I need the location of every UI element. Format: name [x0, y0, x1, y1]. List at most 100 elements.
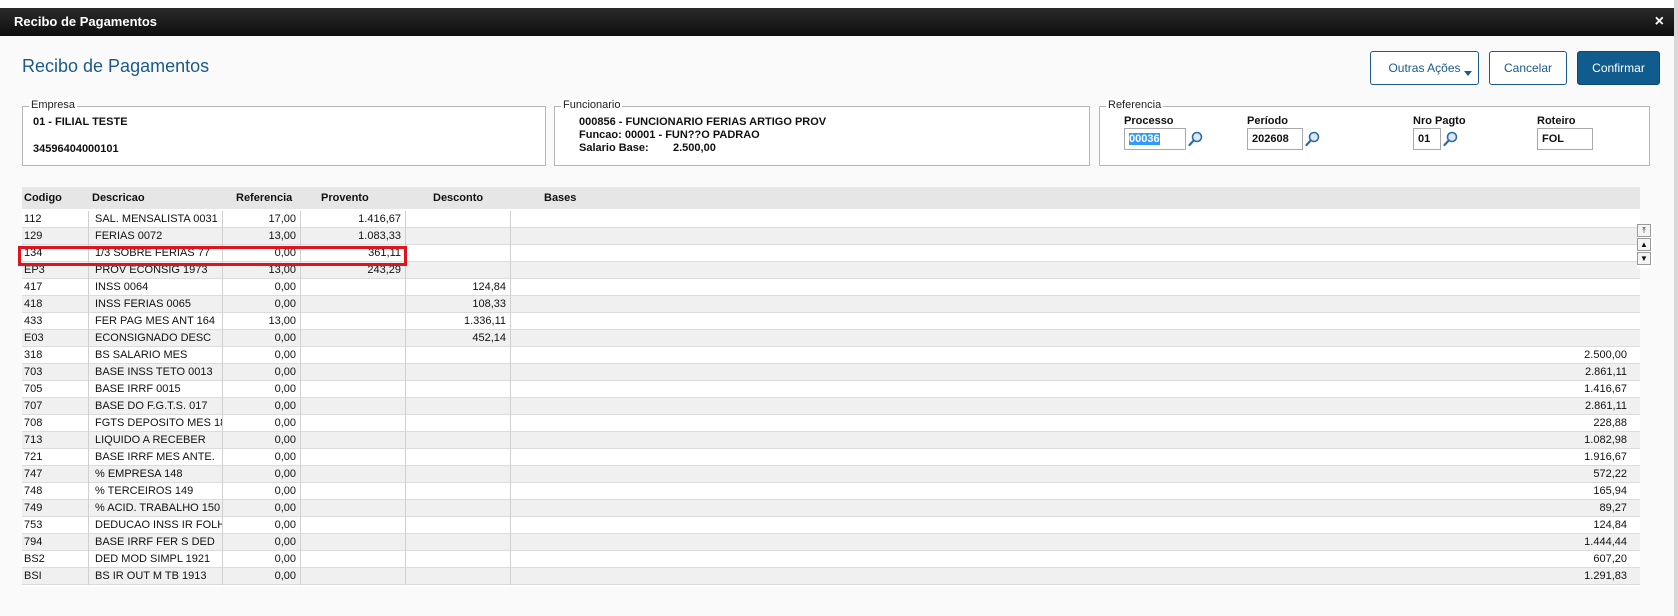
cell-descricao: % TERCEIROS 149 [89, 483, 223, 500]
search-icon[interactable] [1305, 131, 1321, 147]
cell-bases [511, 228, 1631, 245]
salario-valor: 2.500,00 [673, 142, 716, 154]
cell-referencia: 13,00 [223, 313, 301, 330]
roteiro-label: Roteiro [1537, 115, 1576, 127]
cell-codigo: 713 [22, 432, 89, 449]
table-row[interactable]: 748% TERCEIROS 149 0,00 165,94 [22, 483, 1640, 500]
cell-descricao: FERIAS 0072 [89, 228, 223, 245]
table-row[interactable]: 418 INSS FERIAS 0065 0,00 108,33 [22, 296, 1640, 313]
header-referencia[interactable]: Referencia [236, 192, 292, 204]
cell-desconto [406, 466, 511, 483]
table-row[interactable]: 794 BASE IRRF FER S DED 0,00 1.444,44 [22, 534, 1640, 551]
highlight-box [18, 246, 407, 266]
cell-provento [301, 364, 406, 381]
table-row[interactable]: 753 DEDUCAO INSS IR FOLH 0,00 124,84 [22, 517, 1640, 534]
cell-bases: 1.416,67 [1584, 383, 1627, 395]
confirm-button[interactable]: Confirmar [1577, 51, 1660, 85]
top-strip [0, 0, 1678, 8]
header-codigo[interactable]: Codigo [24, 192, 62, 204]
cell-codigo: 747 [22, 466, 89, 483]
header-provento[interactable]: Provento [321, 192, 369, 204]
close-icon[interactable]: × [1655, 8, 1664, 36]
cancel-button[interactable]: Cancelar [1489, 51, 1567, 85]
table-row[interactable]: 703 BASE INSS TETO 0013 0,00 2.861,11 [22, 364, 1640, 381]
cell-desconto [406, 262, 511, 279]
referencia-legend: Referencia [1106, 99, 1164, 111]
cell-descricao: SAL. MENSALISTA 0031 [89, 211, 223, 228]
table-row[interactable]: 747% EMPRESA 148 0,00 572,22 [22, 466, 1640, 483]
header-desconto[interactable]: Desconto [433, 192, 483, 204]
table-row[interactable]: 705 BASE IRRF 0015 0,00 1.416,67 [22, 381, 1640, 398]
cell-descricao: FGTS DEPOSITO MES 18 [89, 415, 223, 432]
cell-codigo: 749 [22, 500, 89, 517]
outras-acoes-label: Outras Ações [1388, 61, 1461, 75]
cell-provento [301, 330, 406, 347]
table-row[interactable]: 713 LIQUIDO A RECEBER 0,00 1.082,98 [22, 432, 1640, 449]
table-row[interactable]: 129 FERIAS 0072 13,00 1.083,33 [22, 228, 1640, 245]
cell-desconto [406, 432, 511, 449]
outras-acoes-button[interactable]: Outras Ações [1370, 51, 1479, 85]
cell-bases [511, 296, 1631, 313]
table-row[interactable]: 112 SAL. MENSALISTA 0031 17,00 1.416,67 [22, 211, 1640, 228]
scroll-down-icon[interactable]: ▼ [1637, 252, 1651, 265]
cell-codigo: 418 [22, 296, 89, 313]
scroll-up-icon[interactable]: ▲ [1637, 238, 1651, 251]
cell-codigo: E03 [22, 330, 89, 347]
search-icon[interactable] [1443, 131, 1459, 147]
periodo-input[interactable]: 202608 [1247, 128, 1303, 150]
dialog-content: Recibo de Pagamentos Outras Ações Cancel… [0, 36, 1674, 616]
search-icon[interactable] [1188, 131, 1204, 147]
cell-referencia: 0,00 [223, 517, 301, 534]
cell-descricao: % ACID. TRABALHO 150 [89, 500, 223, 517]
cell-desconto [406, 381, 511, 398]
table-row[interactable]: 707 BASE DO F.G.T.S. 017 0,00 2.861,11 [22, 398, 1640, 415]
cell-referencia: 0,00 [223, 466, 301, 483]
nro-pagto-input[interactable]: 01 [1413, 128, 1441, 150]
cell-desconto [406, 483, 511, 500]
page-title: Recibo de Pagamentos [22, 56, 210, 76]
table-row[interactable]: 417 INSS 0064 0,00 124,84 [22, 279, 1640, 296]
table-row[interactable]: 721 BASE IRRF MES ANTE. 0,00 1.916,67 [22, 449, 1640, 466]
cell-provento: 1.083,33 [301, 228, 406, 245]
table-row[interactable]: 749% ACID. TRABALHO 150 0,00 89,27 [22, 500, 1640, 517]
cell-desconto [406, 568, 511, 585]
roteiro-input[interactable]: FOL [1537, 128, 1593, 150]
cell-bases: 1.444,44 [1584, 536, 1627, 548]
cell-provento [301, 381, 406, 398]
processo-input[interactable]: 00036 [1124, 128, 1186, 150]
cell-provento: 1.416,67 [301, 211, 406, 228]
cell-desconto [406, 449, 511, 466]
table-scrollbar[interactable]: ⤒ ▲ ▼ [1637, 224, 1653, 268]
cell-provento [301, 313, 406, 330]
cell-desconto: 1.336,11 [406, 313, 511, 330]
processo-label: Processo [1124, 115, 1174, 127]
cell-descricao: INSS FERIAS 0065 [89, 296, 223, 313]
table-row[interactable]: 318 BS SALARIO MES 0,00 2.500,00 [22, 347, 1640, 364]
scroll-top-icon[interactable]: ⤒ [1637, 224, 1651, 237]
table-row[interactable]: E03 ECONSIGNADO DESC 0,00 452,14 [22, 330, 1640, 347]
chevron-down-icon [1464, 71, 1472, 76]
cell-descricao: INSS 0064 [89, 279, 223, 296]
cell-referencia: 0,00 [223, 432, 301, 449]
table-row[interactable]: BS2 DED MOD SIMPL 1921 0,00 607,20 [22, 551, 1640, 568]
cell-provento [301, 500, 406, 517]
cell-referencia: 0,00 [223, 364, 301, 381]
cell-descricao: DED MOD SIMPL 1921 [89, 551, 223, 568]
cell-codigo: 753 [22, 517, 89, 534]
header-descricao[interactable]: Descricao [92, 192, 145, 204]
cell-desconto [406, 364, 511, 381]
cell-desconto [406, 534, 511, 551]
funcionario-legend: Funcionario [561, 99, 623, 111]
table-row[interactable]: 708 FGTS DEPOSITO MES 18 0,00 228,88 [22, 415, 1640, 432]
cell-provento [301, 551, 406, 568]
cell-codigo: 721 [22, 449, 89, 466]
table-row[interactable]: BSI BS IR OUT M TB 1913 0,00 1.291,83 [22, 568, 1640, 585]
cell-codigo: 707 [22, 398, 89, 415]
table-row[interactable]: 433 FER PAG MES ANT 164 13,00 1.336,11 [22, 313, 1640, 330]
header-bases[interactable]: Bases [544, 192, 576, 204]
cell-bases [511, 279, 1631, 296]
cell-desconto [406, 415, 511, 432]
cell-referencia: 0,00 [223, 551, 301, 568]
cell-descricao: DEDUCAO INSS IR FOLH [89, 517, 223, 534]
cell-bases: 2.861,11 [1584, 400, 1627, 412]
